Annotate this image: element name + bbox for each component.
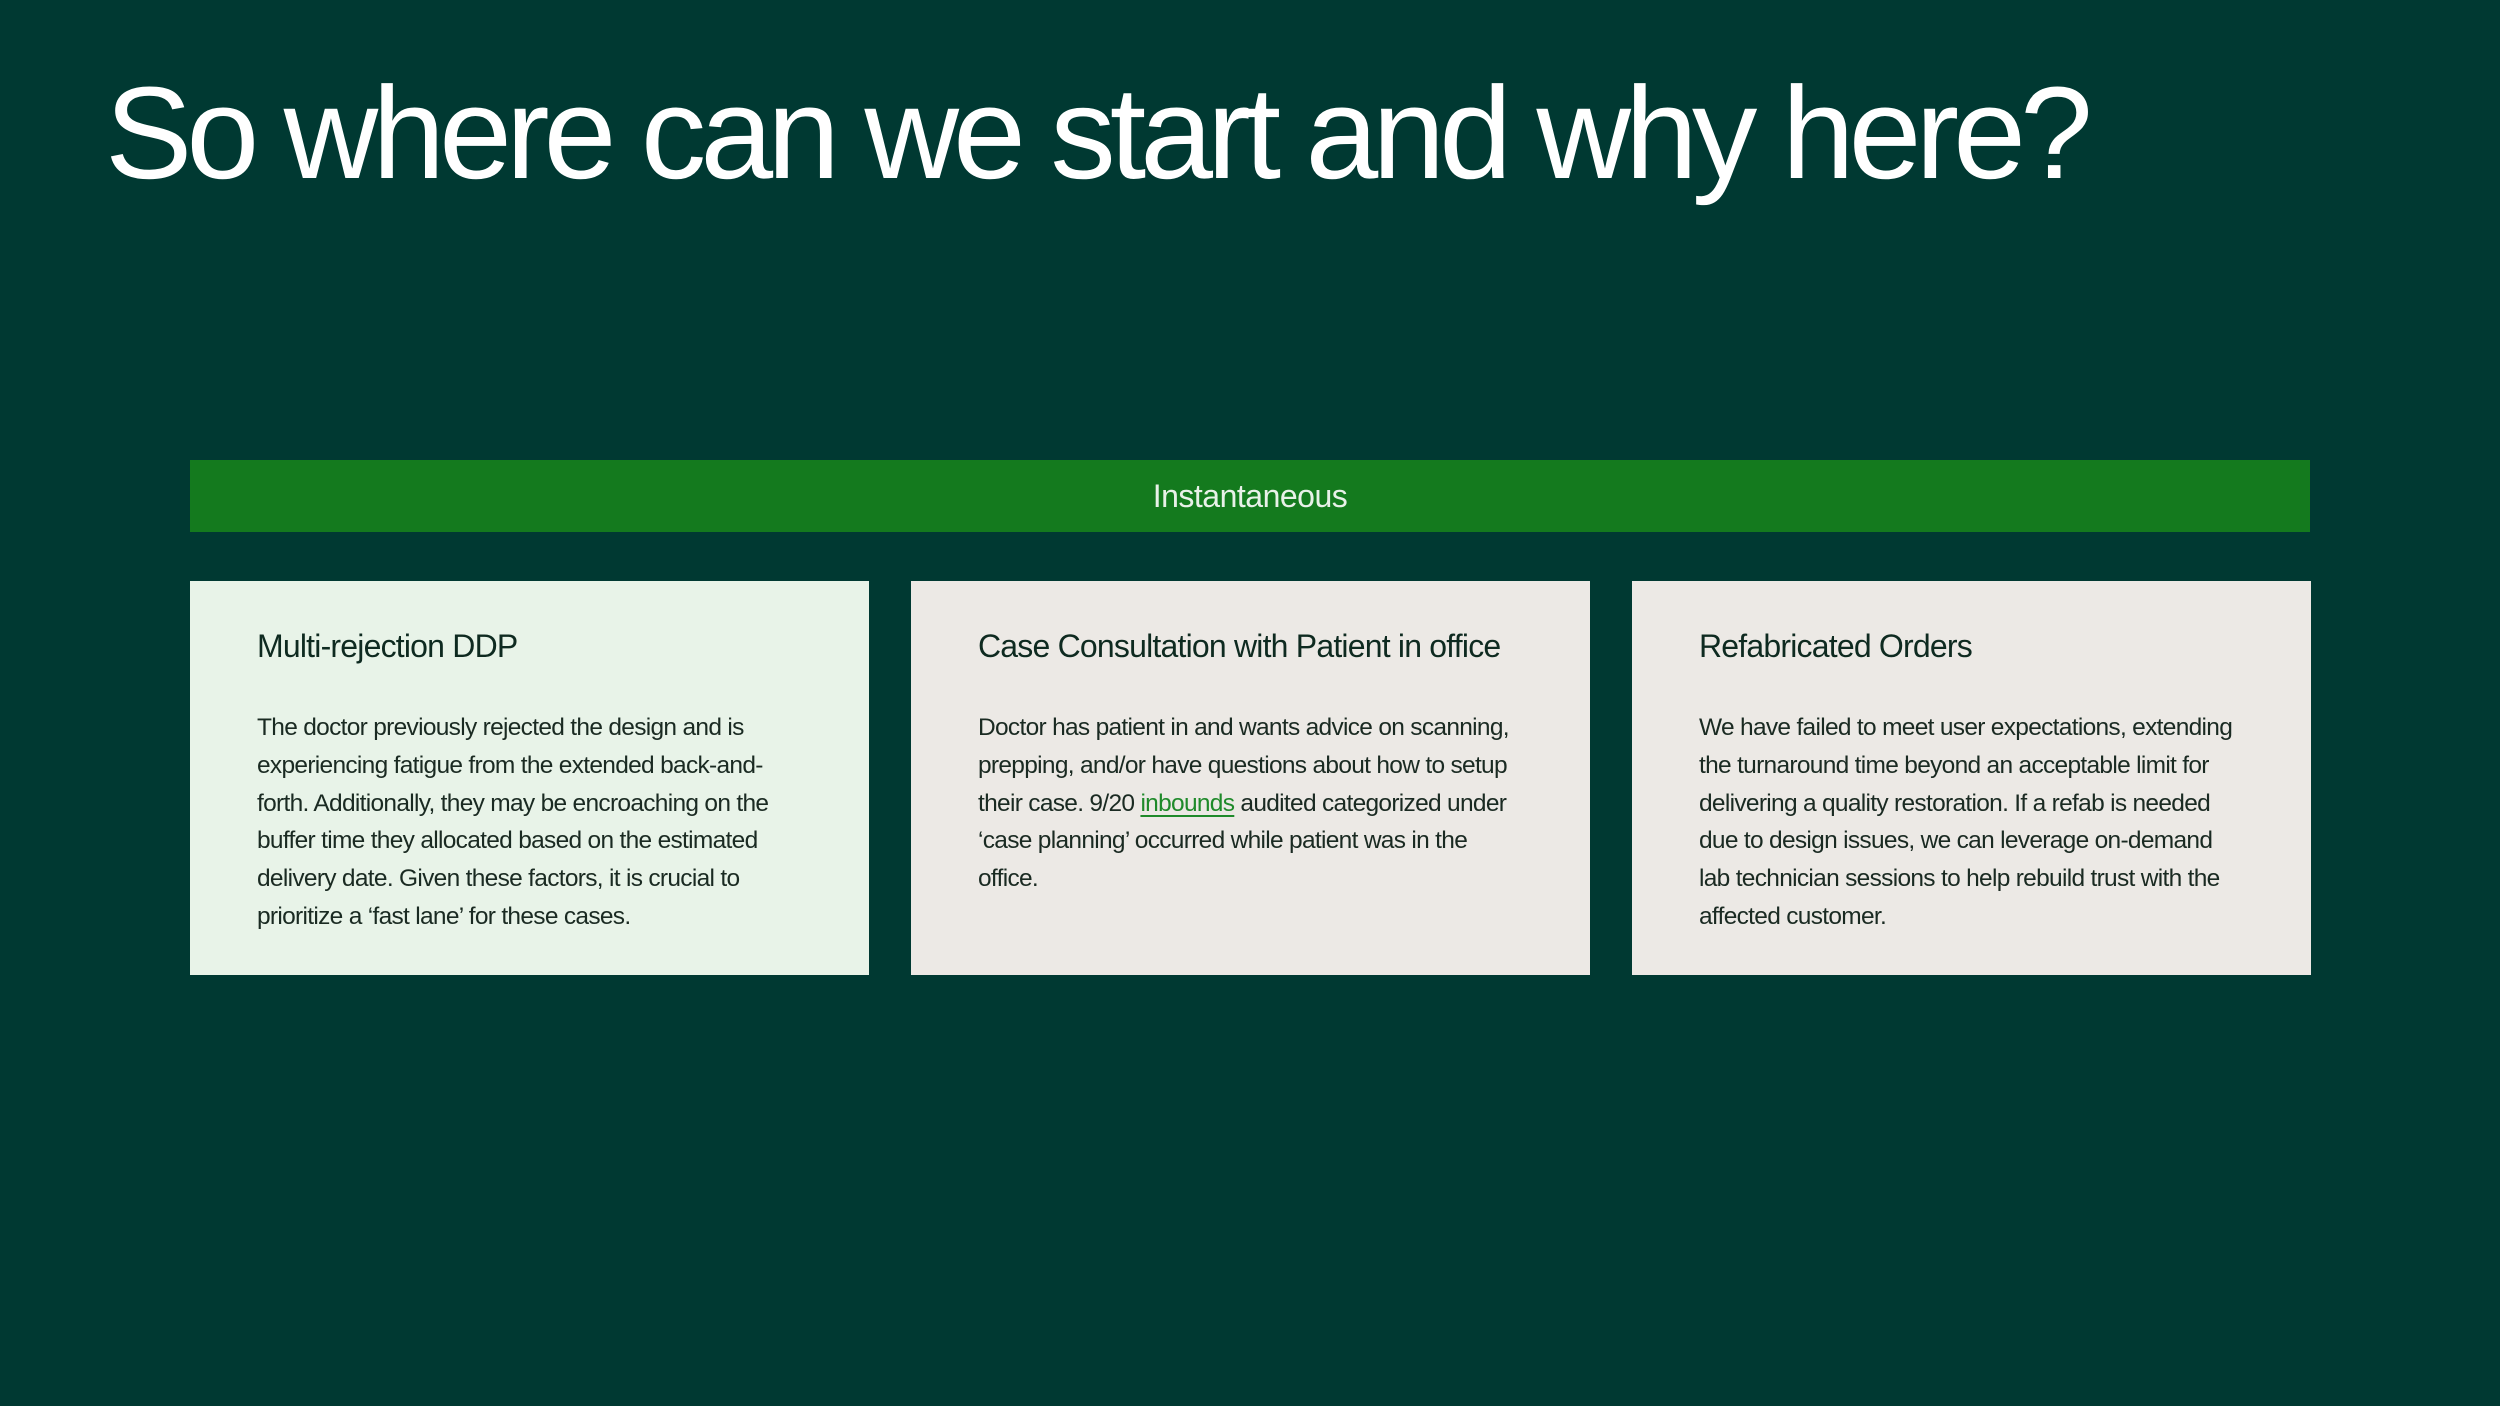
- card-title: Multi-rejection DDP: [257, 628, 518, 664]
- page-title: So where can we start and why here?: [105, 59, 2093, 206]
- card-body: The doctor previously rejected the desig…: [257, 714, 769, 930]
- card-refabricated-orders: Refabricated Orders We have failed to me…: [1632, 581, 2311, 975]
- card-case-consultation: Case Consultation with Patient in office…: [911, 581, 1590, 975]
- category-banner-label: Instantaneous: [1152, 477, 1348, 514]
- card-body: Doctor has patient in and wants advice o…: [978, 709, 1524, 898]
- card-title: Refabricated Orders: [1699, 628, 1973, 664]
- card-title: Case Consultation with Patient in office: [978, 628, 1501, 664]
- card-multi-rejection-ddp: Multi-rejection DDP The doctor previousl…: [190, 581, 869, 975]
- inbounds-link[interactable]: inbounds: [1140, 790, 1235, 817]
- category-banner: Instantaneous: [190, 460, 2310, 532]
- card-body: We have failed to meet user expectations…: [1699, 714, 2233, 930]
